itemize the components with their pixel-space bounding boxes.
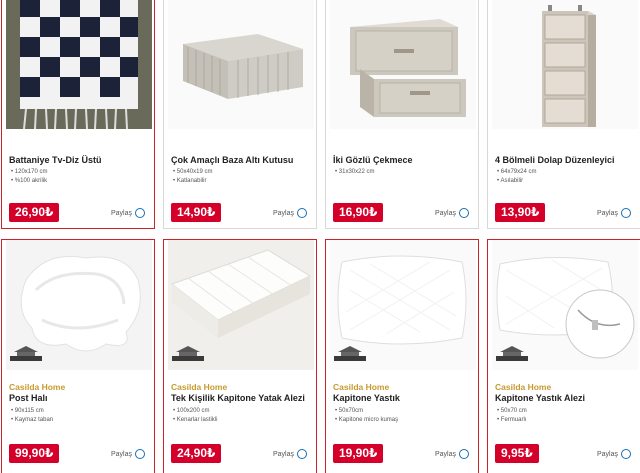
brand-name: Casilda Home (333, 382, 390, 392)
circle-radio-icon[interactable] (135, 449, 145, 459)
brand-name: Casilda Home (171, 382, 228, 392)
feature-list: 90x115 cm Kaymaz taban (11, 407, 53, 425)
feature-item: Fermuarlı (497, 416, 527, 425)
share-label: Paylaş (596, 450, 618, 458)
share-label: Paylaş (434, 209, 456, 217)
share-label: Paylaş (110, 209, 132, 217)
price-tag: 19,90₺ (333, 444, 384, 463)
product-title: İki Gözlü Çekmece (333, 155, 413, 165)
circle-radio-icon[interactable] (621, 449, 631, 459)
feature-list: 64x79x24 cm Asılabilir (497, 168, 536, 186)
feature-list: 120x170 cm %100 akrilik (11, 168, 48, 186)
share-button[interactable]: Paylaş (273, 449, 307, 459)
product-card[interactable]: Battaniye Tv-Diz Üstü 120x170 cm %100 ak… (1, 0, 155, 229)
share-button[interactable]: Paylaş (597, 449, 631, 459)
product-title: Kapitone Yastık (333, 393, 400, 403)
product-card[interactable]: Casilda Home Kapitone Yastık 50x70cm Kap… (325, 239, 479, 473)
feature-item: Asılabilir (497, 177, 536, 186)
circle-radio-icon[interactable] (459, 208, 469, 218)
brand-name: Casilda Home (495, 382, 552, 392)
share-button[interactable]: Paylaş (597, 208, 631, 218)
share-label: Paylaş (272, 450, 294, 458)
share-button[interactable]: Paylaş (435, 449, 469, 459)
price-tag: 14,90₺ (171, 203, 222, 222)
casilda-home-logo (334, 346, 366, 361)
feature-list: 100x200 cm Kenarlar lastikli (173, 407, 218, 425)
share-label: Paylaş (110, 450, 132, 458)
product-card[interactable]: 4 Bölmeli Dolap Düzenleyici 64x79x24 cm … (487, 0, 640, 229)
product-card[interactable]: İki Gözlü Çekmece 31x30x22 cm 16,90₺ Pay… (325, 0, 479, 229)
feature-item: 50x70cm (335, 407, 398, 416)
share-button[interactable]: Paylaş (111, 449, 145, 459)
share-label: Paylaş (596, 209, 618, 217)
circle-radio-icon[interactable] (135, 208, 145, 218)
product-title: Battaniye Tv-Diz Üstü (9, 155, 102, 165)
feature-list: 50x70cm Kapitone micro kumaş (335, 407, 398, 425)
feature-item: Kenarlar lastikli (173, 416, 218, 425)
share-label: Paylaş (434, 450, 456, 458)
circle-radio-icon[interactable] (297, 449, 307, 459)
brand-name: Casilda Home (9, 382, 66, 392)
circle-radio-icon[interactable] (297, 208, 307, 218)
feature-item: Kapitone micro kumaş (335, 416, 398, 425)
share-button[interactable]: Paylaş (435, 208, 469, 218)
product-title: Çok Amaçlı Baza Altı Kutusu (171, 155, 294, 165)
product-title: Post Halı (9, 393, 48, 403)
price-tag: 16,90₺ (333, 203, 384, 222)
feature-item: 90x115 cm (11, 407, 53, 416)
price-tag: 26,90₺ (9, 203, 60, 222)
product-grid: Battaniye Tv-Diz Üstü 120x170 cm %100 ak… (0, 0, 640, 473)
casilda-home-logo (172, 346, 204, 361)
casilda-home-logo (496, 346, 528, 361)
feature-item: 100x200 cm (173, 407, 217, 416)
feature-item: 64x79x24 cm (497, 168, 537, 177)
share-button[interactable]: Paylaş (273, 208, 307, 218)
share-button[interactable]: Paylaş (111, 208, 145, 218)
casilda-home-logo (10, 346, 42, 361)
feature-item: 50x40x19 cm (173, 168, 213, 177)
feature-item: 50x70 cm (497, 407, 527, 416)
feature-list: 50x70 cm Fermuarlı (497, 407, 527, 425)
product-card[interactable]: Casilda Home Kapitone Yastık Alezi 50x70… (487, 239, 640, 473)
feature-item: Katlanabilir (173, 177, 212, 186)
feature-list: 50x40x19 cm Katlanabilir (173, 168, 213, 186)
feature-item: %100 akrilik (11, 177, 47, 186)
product-title: Kapitone Yastık Alezi (495, 393, 586, 403)
feature-item: 31x30x22 cm (335, 168, 375, 177)
drawer-image (330, 0, 476, 129)
price-tag: 9,95₺ (495, 444, 539, 463)
price-tag: 99,90₺ (9, 444, 60, 463)
product-title: 4 Bölmeli Dolap Düzenleyici (495, 155, 615, 165)
circle-radio-icon[interactable] (621, 208, 631, 218)
blanket-image (6, 0, 152, 129)
feature-list: 31x30x22 cm (335, 168, 375, 177)
product-title: Tek Kişilik Kapitone Yatak Alezi (171, 393, 305, 403)
price-tag: 13,90₺ (495, 203, 546, 222)
hanging-organizer-image (492, 0, 638, 129)
price-tag: 24,90₺ (171, 444, 222, 463)
product-card[interactable]: Casilda Home Tek Kişilik Kapitone Yatak … (163, 239, 317, 473)
feature-item: Kaymaz taban (11, 416, 53, 425)
storage-box-image (168, 0, 314, 129)
feature-item: 120x170 cm (11, 168, 48, 177)
product-card[interactable]: Casilda Home Post Halı 90x115 cm Kaymaz … (1, 239, 155, 473)
circle-radio-icon[interactable] (459, 449, 469, 459)
product-card[interactable]: Çok Amaçlı Baza Altı Kutusu 50x40x19 cm … (163, 0, 317, 229)
share-label: Paylaş (272, 209, 294, 217)
